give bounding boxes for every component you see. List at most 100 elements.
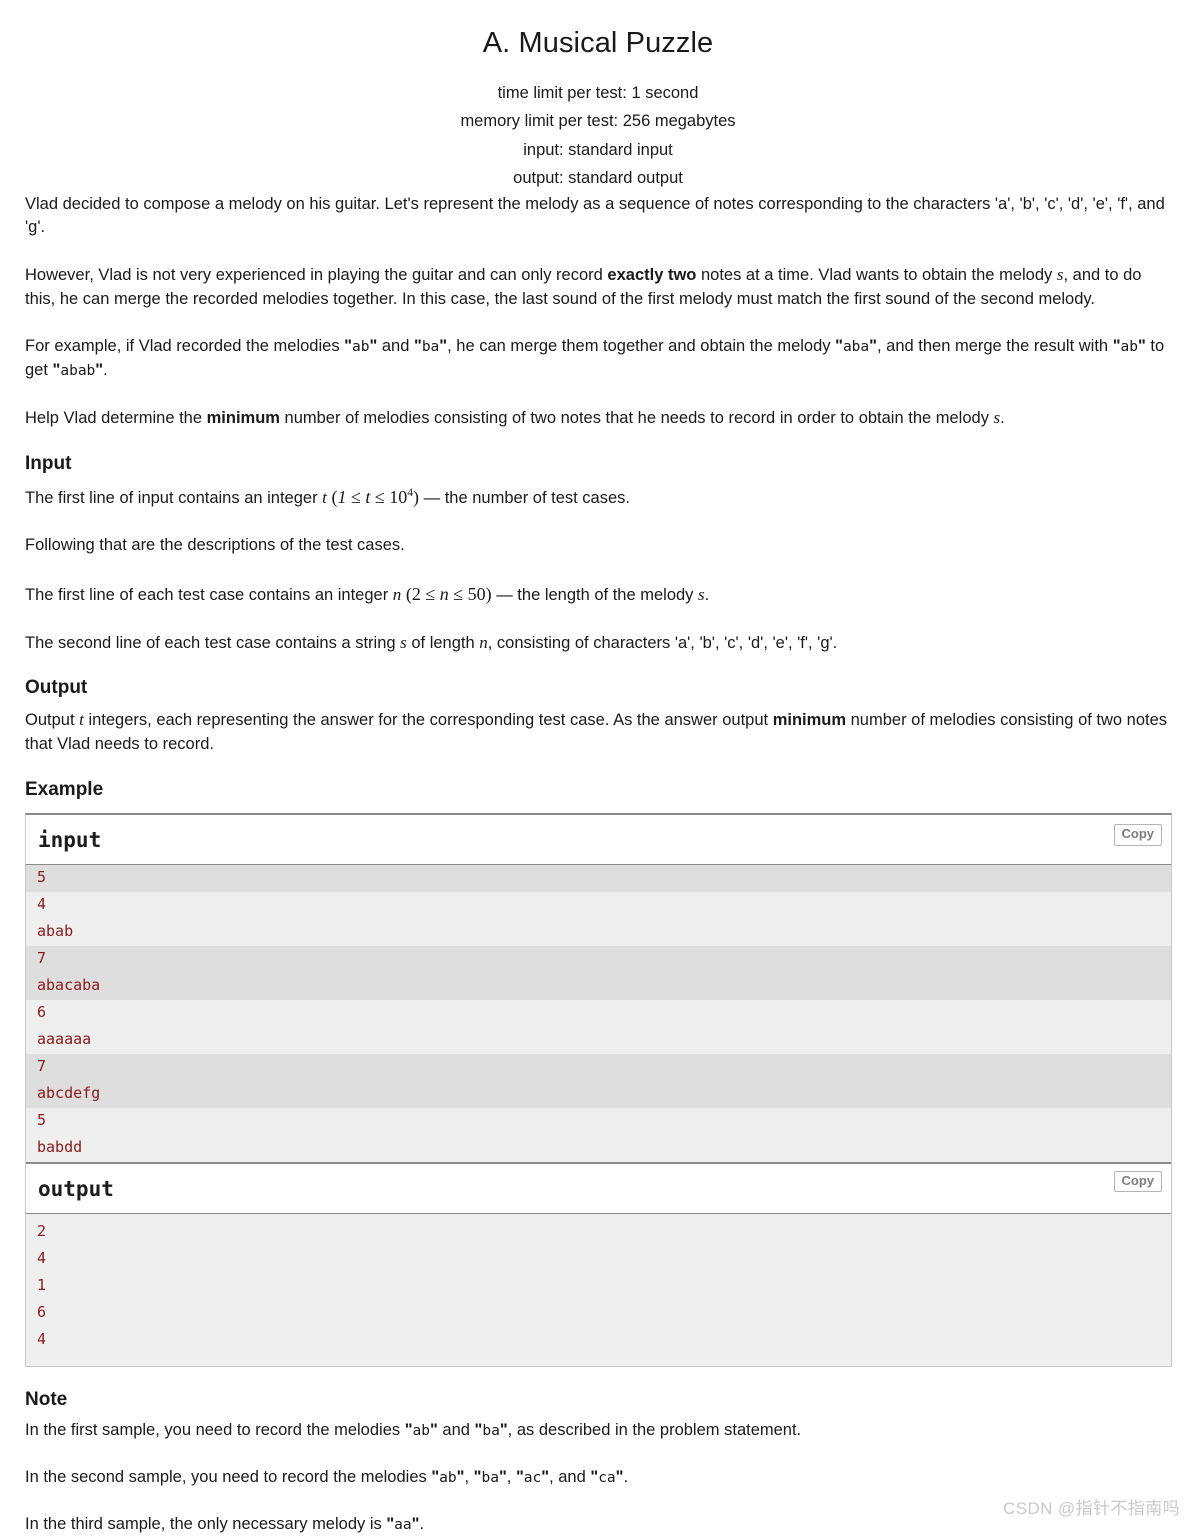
- sample-input-line: 5: [26, 865, 1171, 893]
- note-p3-text-a: In the third sample, the only necessary …: [25, 1515, 387, 1534]
- note-p2-text-b: ,: [464, 1468, 474, 1487]
- problem-page: A. Musical Puzzle time limit per test: 1…: [0, 0, 1196, 1537]
- statement-p3-melody-1: ab: [351, 339, 370, 356]
- input-paragraph-1: The first line of input contains an inte…: [25, 484, 1172, 511]
- statement-paragraph-4: Help Vlad determine the minimum number o…: [25, 406, 1172, 431]
- input-p1-var-t: t: [322, 487, 327, 507]
- input-paragraph-2: Following that are the descriptions of t…: [25, 534, 1172, 558]
- csdn-watermark: CSDN @指针不指南吗: [1003, 1498, 1180, 1518]
- sample-output-bottom-pad: [26, 1353, 1171, 1366]
- input-p1-text-a: The first line of input contains an inte…: [25, 488, 323, 507]
- sample-output-line: 2: [26, 1218, 1171, 1246]
- problem-limits: time limit per test: 1 second memory lim…: [0, 79, 1196, 193]
- sample-output-line: 1: [26, 1272, 1171, 1300]
- sample-input-line: abab: [26, 919, 1171, 947]
- sample-output-line: 4: [26, 1245, 1171, 1273]
- sample-output-block: output Copy 24164: [26, 1161, 1171, 1366]
- sample-input-line: babdd: [26, 1134, 1171, 1162]
- note-section-heading: Note: [25, 1388, 68, 1410]
- sample-input-line: 4: [26, 892, 1171, 920]
- note-p1-text-a: In the first sample, you need to record …: [25, 1421, 405, 1440]
- page-title: A. Musical Puzzle: [482, 27, 714, 59]
- statement-p1-text: Vlad decided to compose a melody on his …: [25, 194, 1165, 237]
- note-p2-melody-4: ca: [598, 1470, 616, 1487]
- input-p3-constraint: (2 ≤ n ≤ 50): [405, 583, 492, 604]
- sample-tests: input Copy 5 4 abab 7 abacaba 6 aaaaaa 7 abcdefg…: [25, 812, 1172, 1367]
- input-p4-text-c: , consisting of characters 'a', 'b', 'c'…: [487, 633, 838, 652]
- note-p1-text-c: , as described in the problem statement.: [507, 1421, 802, 1440]
- statement-p4-text-c: .: [1000, 409, 1005, 428]
- note-p2-melody-2: ba: [481, 1470, 499, 1487]
- note-p1-text-b: and: [437, 1421, 475, 1440]
- input-p4-var-s: s: [400, 632, 407, 652]
- input-section-heading: Input: [25, 453, 72, 474]
- sample-input-line: 6: [26, 999, 1171, 1027]
- output-p1-text-a: Output: [25, 711, 80, 730]
- statement-p3-text-f: .: [103, 361, 108, 380]
- sample-input-line: aaaaaa: [26, 1026, 1171, 1054]
- statement-p3-melody-5: abab: [60, 363, 96, 380]
- note-p2-melody-3: ac: [523, 1470, 542, 1487]
- input-paragraph-3: The first line of each test case contain…: [25, 581, 1172, 608]
- input-p3-text-a: The first line of each test case contain…: [25, 585, 393, 604]
- statement-p4-emphasis: minimum: [206, 409, 280, 428]
- sample-output-label: output: [26, 1161, 1171, 1214]
- input-paragraph-4: The second line of each test case contai…: [25, 631, 1172, 656]
- input-p4-text-a: The second line of each test case contai…: [25, 633, 401, 652]
- sample-input-line: 5: [26, 1107, 1171, 1135]
- problem-content: Vlad decided to compose a melody on his …: [0, 193, 1196, 1537]
- note-p2-text-a: In the second sample, you need to record…: [25, 1468, 432, 1487]
- input-p2-text: Following that are the descriptions of t…: [25, 535, 405, 554]
- statement-p4-text-b: number of melodies consisting of two not…: [279, 409, 994, 428]
- note-p2-text-d: , and: [549, 1468, 591, 1487]
- statement-p3-text-a: For example, if Vlad recorded the melodi…: [25, 337, 345, 356]
- output-mode: output: standard output: [513, 169, 683, 188]
- input-p3-var-s: s: [698, 584, 705, 604]
- statement-paragraph-3: For example, if Vlad recorded the melodi…: [25, 337, 1165, 380]
- sample-output-content[interactable]: 24164: [26, 1218, 1171, 1354]
- statement-p3-melody-4: ab: [1120, 339, 1138, 356]
- sample-input-line: abcdefg: [26, 1080, 1171, 1108]
- note-paragraph-3: In the third sample, the only necessary …: [25, 1515, 425, 1534]
- sample-input-line: 7: [26, 1053, 1171, 1081]
- sample-input-line: 7: [26, 946, 1171, 973]
- note-p1-melody-1: ab: [412, 1423, 430, 1440]
- sample-output-line: 6: [26, 1299, 1171, 1327]
- time-limit: time limit per test: 1 second: [497, 84, 699, 103]
- statement-p3-melody-3: aba: [842, 339, 870, 356]
- sample-input-content[interactable]: 5 4 abab 7 abacaba 6 aaaaaa 7 abcdefg 5 babdd: [26, 865, 1171, 1162]
- copy-input-button[interactable]: Copy: [1113, 823, 1162, 846]
- input-p3-text-b: — the length of the melody: [491, 585, 699, 604]
- output-p1-text-b: integers, each representing the answer f…: [83, 711, 773, 730]
- input-p1-constraint: (1 ≤ t ≤ 104): [331, 486, 420, 507]
- input-mode: input: standard input: [523, 140, 673, 159]
- note-p3-melody-1: aa: [394, 1517, 412, 1534]
- note-p2-text-c: ,: [506, 1468, 516, 1487]
- input-p3-text-c: .: [704, 585, 710, 604]
- example-section-heading: Example: [25, 779, 104, 801]
- statement-p3-text-b: and: [377, 337, 414, 356]
- memory-limit: memory limit per test: 256 megabytes: [460, 112, 736, 131]
- statement-paragraph-2: However, Vlad is not very experienced in…: [25, 263, 1172, 312]
- input-p3-var-n: n: [392, 584, 402, 604]
- input-p1-exponent: 4: [407, 486, 414, 499]
- note-p1-melody-2: ba: [482, 1423, 500, 1440]
- statement-p2-text-a: However, Vlad is not very experienced in…: [25, 266, 608, 285]
- note-p2-text-e: .: [623, 1468, 629, 1487]
- sample-input-line: abacaba: [26, 972, 1171, 1000]
- output-paragraph-1: Output t integers, each representing the…: [25, 708, 1172, 757]
- note-paragraph-2: In the second sample, you need to record…: [25, 1468, 629, 1487]
- sample-input-label: input: [26, 814, 1171, 866]
- input-p1-text-b: — the number of test cases.: [419, 488, 630, 507]
- note-p3-text-b: .: [419, 1515, 425, 1534]
- statement-p2-text-b: notes at a time. Vlad wants to obtain th…: [696, 266, 1057, 285]
- sample-output-line: 4: [26, 1326, 1171, 1354]
- note-paragraph-1: In the first sample, you need to record …: [25, 1421, 802, 1440]
- copy-output-button[interactable]: Copy: [1113, 1170, 1162, 1193]
- statement-p2-emphasis: exactly two: [607, 266, 697, 285]
- statement-p3-text-d: , and then merge the result with: [876, 337, 1113, 356]
- note-p2-melody-1: ab: [439, 1470, 457, 1487]
- statement-paragraph-1: Vlad decided to compose a melody on his …: [25, 193, 1172, 241]
- output-section-heading: Output: [25, 677, 88, 699]
- input-p4-text-b: of length: [406, 633, 480, 652]
